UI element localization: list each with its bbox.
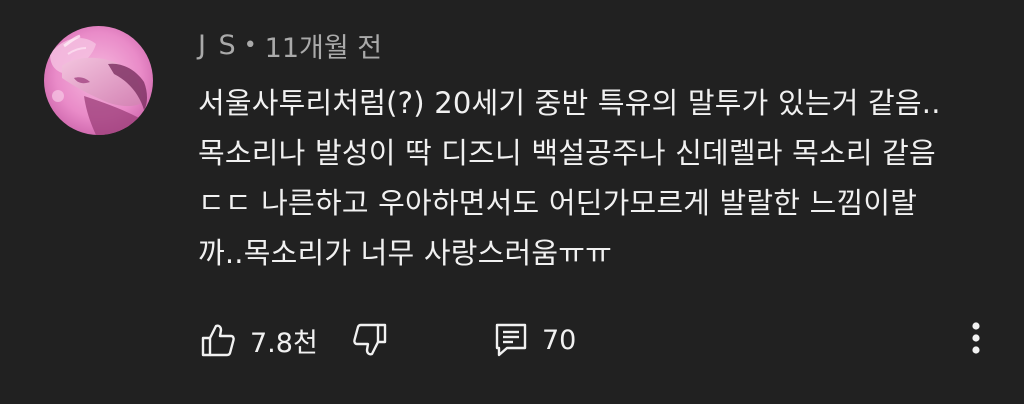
avatar[interactable] xyxy=(44,26,153,135)
comment-card: J S • 11개월 전 서울사투리처럼(?) 20세기 중반 특유의 말투가 … xyxy=(0,0,1024,404)
dislike-button[interactable] xyxy=(352,316,388,364)
comment-line: 까..목소리가 너무 사랑스러움ㅠㅠ xyxy=(198,236,612,270)
comment-line: ㄷㄷ 나른하고 우아하면서도 어딘가모르게 발랄한 느낌이랄 xyxy=(198,186,918,220)
comment-header: J S • 11개월 전 xyxy=(198,26,382,64)
separator-dot: • xyxy=(243,32,257,58)
thumbs-down-icon xyxy=(352,322,388,358)
like-count: 7.8천 xyxy=(250,327,318,359)
reply-button[interactable]: 70 xyxy=(494,316,576,364)
more-options-button[interactable] xyxy=(956,316,996,364)
more-vertical-icon xyxy=(971,321,981,359)
avatar-image xyxy=(44,26,153,135)
comment-time[interactable]: 11개월 전 xyxy=(265,26,382,65)
thumbs-up-icon xyxy=(200,322,236,358)
comment-actions: 7.8천 70 xyxy=(198,316,998,364)
comment-text: 서울사투리처럼(?) 20세기 중반 특유의 말투가 있는거 같음.. 목소리나… xyxy=(198,78,998,278)
author-name[interactable]: J S xyxy=(198,30,238,61)
comment-line: 목소리나 발성이 딱 디즈니 백설공주나 신데렐라 목소리 같음 xyxy=(198,136,936,170)
comment-icon xyxy=(494,322,528,358)
like-button[interactable]: 7.8천 xyxy=(200,316,318,364)
comment-line: 서울사투리처럼(?) 20세기 중반 특유의 말투가 있는거 같음.. xyxy=(198,86,941,120)
reply-count: 70 xyxy=(542,324,577,356)
